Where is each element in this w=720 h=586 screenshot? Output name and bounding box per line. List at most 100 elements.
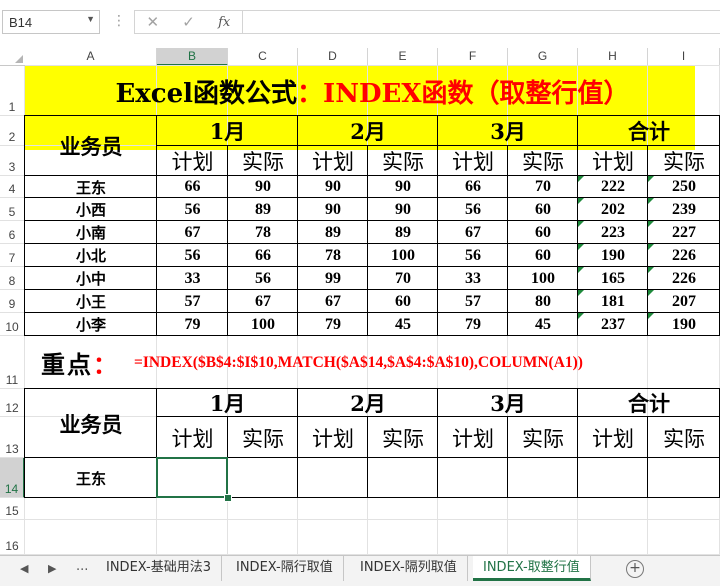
row-header-15[interactable]: 15 — [0, 498, 25, 520]
row-header-9[interactable]: 9 — [0, 290, 25, 313]
lookup-result-cell[interactable] — [508, 458, 578, 498]
table-cell[interactable]: 56 — [438, 244, 508, 267]
select-all-button[interactable] — [0, 48, 26, 66]
table-cell[interactable]: 67 — [438, 221, 508, 244]
table-cell[interactable]: 90 — [368, 198, 438, 221]
table-cell[interactable]: 60 — [508, 244, 578, 267]
table-cell[interactable]: 79 — [298, 313, 368, 336]
column-header-b[interactable]: B — [157, 48, 228, 66]
row-header-16[interactable]: 16 — [0, 520, 25, 555]
column-header-i[interactable]: I — [648, 48, 720, 66]
table-cell[interactable]: 80 — [508, 290, 578, 313]
lookup-result-cell[interactable] — [368, 458, 438, 498]
enter-icon[interactable]: ✓ — [171, 13, 207, 31]
table-cell[interactable]: 89 — [298, 221, 368, 244]
table-cell[interactable]: 226 — [648, 267, 720, 290]
table-cell[interactable]: 226 — [648, 244, 720, 267]
sheet-tab[interactable]: INDEX-基础用法3 — [96, 556, 223, 581]
prev-sheet-icon[interactable]: ◀ — [20, 562, 28, 575]
table-cell[interactable]: 67 — [157, 221, 228, 244]
row-header-5[interactable]: 5 — [0, 198, 25, 221]
table-cell[interactable]: 207 — [648, 290, 720, 313]
table-cell[interactable]: 165 — [578, 267, 648, 290]
add-sheet-icon[interactable]: + — [626, 560, 644, 578]
column-header-a[interactable]: A — [25, 48, 157, 66]
table-cell[interactable]: 60 — [508, 198, 578, 221]
table-cell[interactable]: 70 — [368, 267, 438, 290]
table-cell[interactable]: 45 — [508, 313, 578, 336]
lookup-result-cell[interactable] — [578, 458, 648, 498]
table-cell[interactable]: 57 — [438, 290, 508, 313]
table-cell[interactable]: 79 — [157, 313, 228, 336]
row-header-7[interactable]: 7 — [0, 244, 25, 267]
row-header-3[interactable]: 3 — [0, 146, 25, 176]
lookup-result-cell[interactable] — [228, 458, 298, 498]
table-cell[interactable]: 190 — [578, 244, 648, 267]
table-cell[interactable]: 56 — [157, 244, 228, 267]
table-cell[interactable]: 202 — [578, 198, 648, 221]
table-cell[interactable]: 56 — [438, 198, 508, 221]
table-cell[interactable]: 89 — [368, 221, 438, 244]
column-header-e[interactable]: E — [368, 48, 438, 66]
table-cell[interactable]: 90 — [298, 198, 368, 221]
column-header-c[interactable]: C — [228, 48, 298, 66]
lookup-result-cell[interactable] — [648, 458, 720, 498]
table-cell[interactable]: 33 — [438, 267, 508, 290]
cancel-icon[interactable]: ✕ — [135, 13, 171, 31]
row-header-6[interactable]: 6 — [0, 221, 25, 244]
sheet-tab[interactable]: INDEX-隔行取值 — [226, 556, 344, 581]
more-icon[interactable]: ⋮ — [112, 12, 126, 30]
table-cell[interactable]: 99 — [298, 267, 368, 290]
table-cell[interactable]: 66 — [157, 176, 228, 198]
name-box[interactable]: B14 ▼ — [2, 10, 100, 34]
row-header-1[interactable]: 1 — [0, 66, 25, 116]
table-cell[interactable]: 90 — [228, 176, 298, 198]
table-cell[interactable]: 100 — [228, 313, 298, 336]
table-cell[interactable]: 100 — [508, 267, 578, 290]
row-header-11[interactable]: 11 — [0, 336, 25, 389]
table-cell[interactable]: 57 — [157, 290, 228, 313]
table-cell[interactable]: 33 — [157, 267, 228, 290]
table-cell[interactable]: 90 — [298, 176, 368, 198]
table-cell[interactable]: 45 — [368, 313, 438, 336]
insert-function-icon[interactable]: fx — [206, 15, 242, 30]
table-cell[interactable]: 237 — [578, 313, 648, 336]
column-header-f[interactable]: F — [438, 48, 508, 66]
active-cell[interactable] — [156, 457, 228, 498]
table-cell[interactable]: 190 — [648, 313, 720, 336]
column-header-d[interactable]: D — [298, 48, 368, 66]
table-cell[interactable]: 222 — [578, 176, 648, 198]
table-cell[interactable]: 227 — [648, 221, 720, 244]
table-cell[interactable]: 56 — [157, 198, 228, 221]
row-header-10[interactable]: 10 — [0, 313, 25, 336]
row-header-4[interactable]: 4 — [0, 176, 25, 198]
table-cell[interactable]: 89 — [228, 198, 298, 221]
fill-handle[interactable] — [224, 494, 232, 502]
lookup-name[interactable]: 王东 — [25, 458, 157, 498]
table-cell[interactable]: 66 — [228, 244, 298, 267]
row-header-12[interactable]: 12 — [0, 389, 25, 417]
column-header-g[interactable]: G — [508, 48, 578, 66]
sheet-tab[interactable]: INDEX-隔列取值 — [350, 556, 468, 581]
more-sheets[interactable]: ... — [76, 559, 88, 574]
table-cell[interactable]: 79 — [438, 313, 508, 336]
row-header-14[interactable]: 14 — [0, 458, 25, 498]
chevron-down-icon[interactable]: ▼ — [86, 14, 95, 24]
table-cell[interactable]: 67 — [298, 290, 368, 313]
table-cell[interactable]: 239 — [648, 198, 720, 221]
lookup-result-cell[interactable] — [438, 458, 508, 498]
table-cell[interactable]: 60 — [508, 221, 578, 244]
lookup-result-cell[interactable] — [298, 458, 368, 498]
next-sheet-icon[interactable]: ▶ — [48, 562, 56, 575]
table-cell[interactable]: 250 — [648, 176, 720, 198]
table-cell[interactable]: 56 — [228, 267, 298, 290]
spreadsheet-grid[interactable]: ABCDEFGHI 1 2 3 4 5 6 7 8 9 10 11 12 13 14 15 16 Excel函… — [0, 48, 720, 555]
formula-input[interactable] — [242, 10, 720, 34]
table-cell[interactable]: 70 — [508, 176, 578, 198]
table-cell[interactable]: 60 — [368, 290, 438, 313]
table-cell[interactable]: 66 — [438, 176, 508, 198]
sheet-tab[interactable]: INDEX-取整行值 — [473, 556, 591, 581]
table-cell[interactable]: 181 — [578, 290, 648, 313]
row-header-8[interactable]: 8 — [0, 267, 25, 290]
table-cell[interactable]: 100 — [368, 244, 438, 267]
